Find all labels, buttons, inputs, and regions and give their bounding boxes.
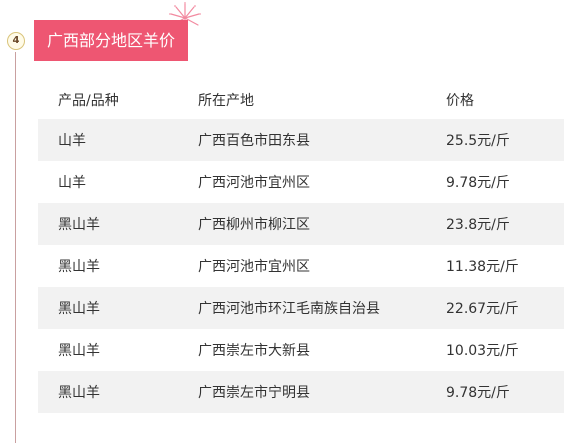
- timeline-line: [15, 52, 16, 443]
- table-row: 黑山羊 广西河池市宜州区 11.38元/斤: [38, 245, 564, 287]
- table-row: 山羊 广西百色市田东县 25.5元/斤: [38, 119, 564, 161]
- cell-price: 22.67元/斤: [446, 301, 519, 317]
- cell-product: 黑山羊: [58, 385, 100, 401]
- section-title: 广西部分地区羊价: [34, 20, 189, 61]
- cell-product: 黑山羊: [58, 301, 100, 317]
- column-header-origin: 所在产地: [198, 93, 254, 109]
- cell-origin: 广西百色市田东县: [198, 133, 310, 149]
- cell-product: 黑山羊: [58, 259, 100, 275]
- cell-price: 25.5元/斤: [446, 133, 510, 149]
- table-header-row: 产品/品种 所在产地 价格: [38, 81, 564, 119]
- cell-origin: 广西河池市宜州区: [198, 259, 310, 275]
- column-header-price: 价格: [446, 93, 474, 109]
- cell-product: 黑山羊: [58, 217, 100, 233]
- cell-product: 山羊: [58, 133, 86, 149]
- column-header-product: 产品/品种: [58, 93, 119, 109]
- cell-origin: 广西河池市宜州区: [198, 175, 310, 191]
- cell-origin: 广西柳州市柳江区: [198, 217, 310, 233]
- table-row: 黑山羊 广西崇左市宁明县 9.78元/斤: [38, 371, 564, 413]
- cell-price: 9.78元/斤: [446, 385, 510, 401]
- cell-origin: 广西崇左市大新县: [198, 343, 310, 359]
- table-row: 黑山羊 广西崇左市大新县 10.03元/斤: [38, 329, 564, 371]
- cell-price: 9.78元/斤: [446, 175, 510, 191]
- cell-price: 11.38元/斤: [446, 259, 519, 275]
- table-row: 黑山羊 广西河池市环江毛南族自治县 22.67元/斤: [38, 287, 564, 329]
- cell-price: 10.03元/斤: [446, 343, 519, 359]
- cell-price: 23.8元/斤: [446, 217, 510, 233]
- cell-product: 黑山羊: [58, 343, 100, 359]
- cell-origin: 广西崇左市宁明县: [198, 385, 310, 401]
- cell-origin: 广西河池市环江毛南族自治县: [198, 301, 380, 317]
- table-row: 黑山羊 广西柳州市柳江区 23.8元/斤: [38, 203, 564, 245]
- cell-product: 山羊: [58, 175, 86, 191]
- table-row: 山羊 广西河池市宜州区 9.78元/斤: [38, 161, 564, 203]
- price-table: 产品/品种 所在产地 价格 山羊 广西百色市田东县 25.5元/斤 山羊 广西河…: [38, 81, 564, 413]
- step-number-badge: 4: [7, 32, 25, 50]
